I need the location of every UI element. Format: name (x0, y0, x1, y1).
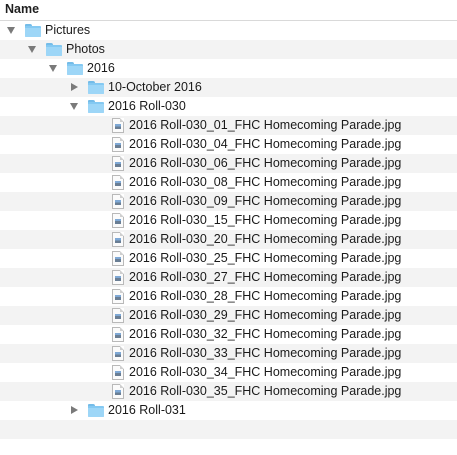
file-row[interactable]: 2016 Roll-030_25_FHC Homecoming Parade.j… (0, 249, 457, 268)
file-row[interactable]: 2016 Roll-030_35_FHC Homecoming Parade.j… (0, 382, 457, 401)
folder-icon (25, 24, 41, 37)
file-name: 2016 Roll-030_09_FHC Homecoming Parade.j… (129, 194, 402, 208)
file-name: 2016 Roll-030_01_FHC Homecoming Parade.j… (129, 118, 402, 132)
disclosure-triangle-collapsed-icon[interactable] (71, 406, 78, 414)
file-row[interactable]: 2016 Roll-030_29_FHC Homecoming Parade.j… (0, 306, 457, 325)
folder-name: 2016 Roll-031 (108, 403, 186, 417)
jpg-file-icon (112, 118, 124, 133)
file-row[interactable]: 2016 Roll-030_06_FHC Homecoming Parade.j… (0, 154, 457, 173)
file-row[interactable]: 2016 Roll-030_33_FHC Homecoming Parade.j… (0, 344, 457, 363)
folder-row[interactable]: Photos (0, 40, 457, 59)
folder-icon (88, 404, 104, 417)
file-row[interactable]: 2016 Roll-030_32_FHC Homecoming Parade.j… (0, 325, 457, 344)
folder-name: 2016 Roll-030 (108, 99, 186, 113)
file-name: 2016 Roll-030_27_FHC Homecoming Parade.j… (129, 270, 402, 284)
column-header[interactable]: Name (0, 0, 457, 21)
name-column-header[interactable]: Name (5, 2, 39, 16)
jpg-file-icon (112, 251, 124, 266)
jpg-file-icon (112, 327, 124, 342)
folder-row[interactable]: 10-October 2016 (0, 78, 457, 97)
folder-name: Photos (66, 42, 105, 56)
folder-name: 10-October 2016 (108, 80, 202, 94)
jpg-file-icon (112, 213, 124, 228)
jpg-file-icon (112, 384, 124, 399)
jpg-file-icon (112, 137, 124, 152)
file-name: 2016 Roll-030_34_FHC Homecoming Parade.j… (129, 365, 402, 379)
folder-icon (67, 62, 83, 75)
folder-row[interactable]: 2016 Roll-031 (0, 401, 457, 420)
disclosure-triangle-expanded-icon[interactable] (7, 27, 15, 34)
jpg-file-icon (112, 232, 124, 247)
disclosure-triangle-expanded-icon[interactable] (28, 46, 36, 53)
file-name: 2016 Roll-030_08_FHC Homecoming Parade.j… (129, 175, 402, 189)
empty-row (0, 420, 457, 439)
jpg-file-icon (112, 289, 124, 304)
folder-icon (46, 43, 62, 56)
folder-row[interactable]: 2016 (0, 59, 457, 78)
file-name: 2016 Roll-030_15_FHC Homecoming Parade.j… (129, 213, 402, 227)
file-row[interactable]: 2016 Roll-030_04_FHC Homecoming Parade.j… (0, 135, 457, 154)
disclosure-triangle-expanded-icon[interactable] (70, 103, 78, 110)
folder-icon (88, 100, 104, 113)
disclosure-triangle-collapsed-icon[interactable] (71, 83, 78, 91)
jpg-file-icon (112, 346, 124, 361)
file-name: 2016 Roll-030_20_FHC Homecoming Parade.j… (129, 232, 402, 246)
file-name: 2016 Roll-030_25_FHC Homecoming Parade.j… (129, 251, 402, 265)
file-row[interactable]: 2016 Roll-030_09_FHC Homecoming Parade.j… (0, 192, 457, 211)
folder-name: 2016 (87, 61, 115, 75)
empty-row (0, 439, 457, 455)
file-row[interactable]: 2016 Roll-030_27_FHC Homecoming Parade.j… (0, 268, 457, 287)
file-row[interactable]: 2016 Roll-030_34_FHC Homecoming Parade.j… (0, 363, 457, 382)
jpg-file-icon (112, 365, 124, 380)
folder-row[interactable]: Pictures (0, 21, 457, 40)
file-row[interactable]: 2016 Roll-030_20_FHC Homecoming Parade.j… (0, 230, 457, 249)
file-name: 2016 Roll-030_04_FHC Homecoming Parade.j… (129, 137, 402, 151)
file-name: 2016 Roll-030_28_FHC Homecoming Parade.j… (129, 289, 402, 303)
file-row[interactable]: 2016 Roll-030_28_FHC Homecoming Parade.j… (0, 287, 457, 306)
file-row[interactable]: 2016 Roll-030_08_FHC Homecoming Parade.j… (0, 173, 457, 192)
file-row[interactable]: 2016 Roll-030_15_FHC Homecoming Parade.j… (0, 211, 457, 230)
file-row[interactable]: 2016 Roll-030_01_FHC Homecoming Parade.j… (0, 116, 457, 135)
file-tree: Pictures Photos 2016 10-October 2016 2016 Ro… (0, 21, 457, 455)
jpg-file-icon (112, 270, 124, 285)
file-name: 2016 Roll-030_06_FHC Homecoming Parade.j… (129, 156, 402, 170)
jpg-file-icon (112, 156, 124, 171)
folder-name: Pictures (45, 23, 91, 37)
folder-icon (88, 81, 104, 94)
jpg-file-icon (112, 175, 124, 190)
file-name: 2016 Roll-030_32_FHC Homecoming Parade.j… (129, 327, 402, 341)
disclosure-triangle-expanded-icon[interactable] (49, 65, 57, 72)
jpg-file-icon (112, 308, 124, 323)
file-name: 2016 Roll-030_33_FHC Homecoming Parade.j… (129, 346, 402, 360)
folder-row[interactable]: 2016 Roll-030 (0, 97, 457, 116)
jpg-file-icon (112, 194, 124, 209)
file-name: 2016 Roll-030_35_FHC Homecoming Parade.j… (129, 384, 402, 398)
file-name: 2016 Roll-030_29_FHC Homecoming Parade.j… (129, 308, 402, 322)
